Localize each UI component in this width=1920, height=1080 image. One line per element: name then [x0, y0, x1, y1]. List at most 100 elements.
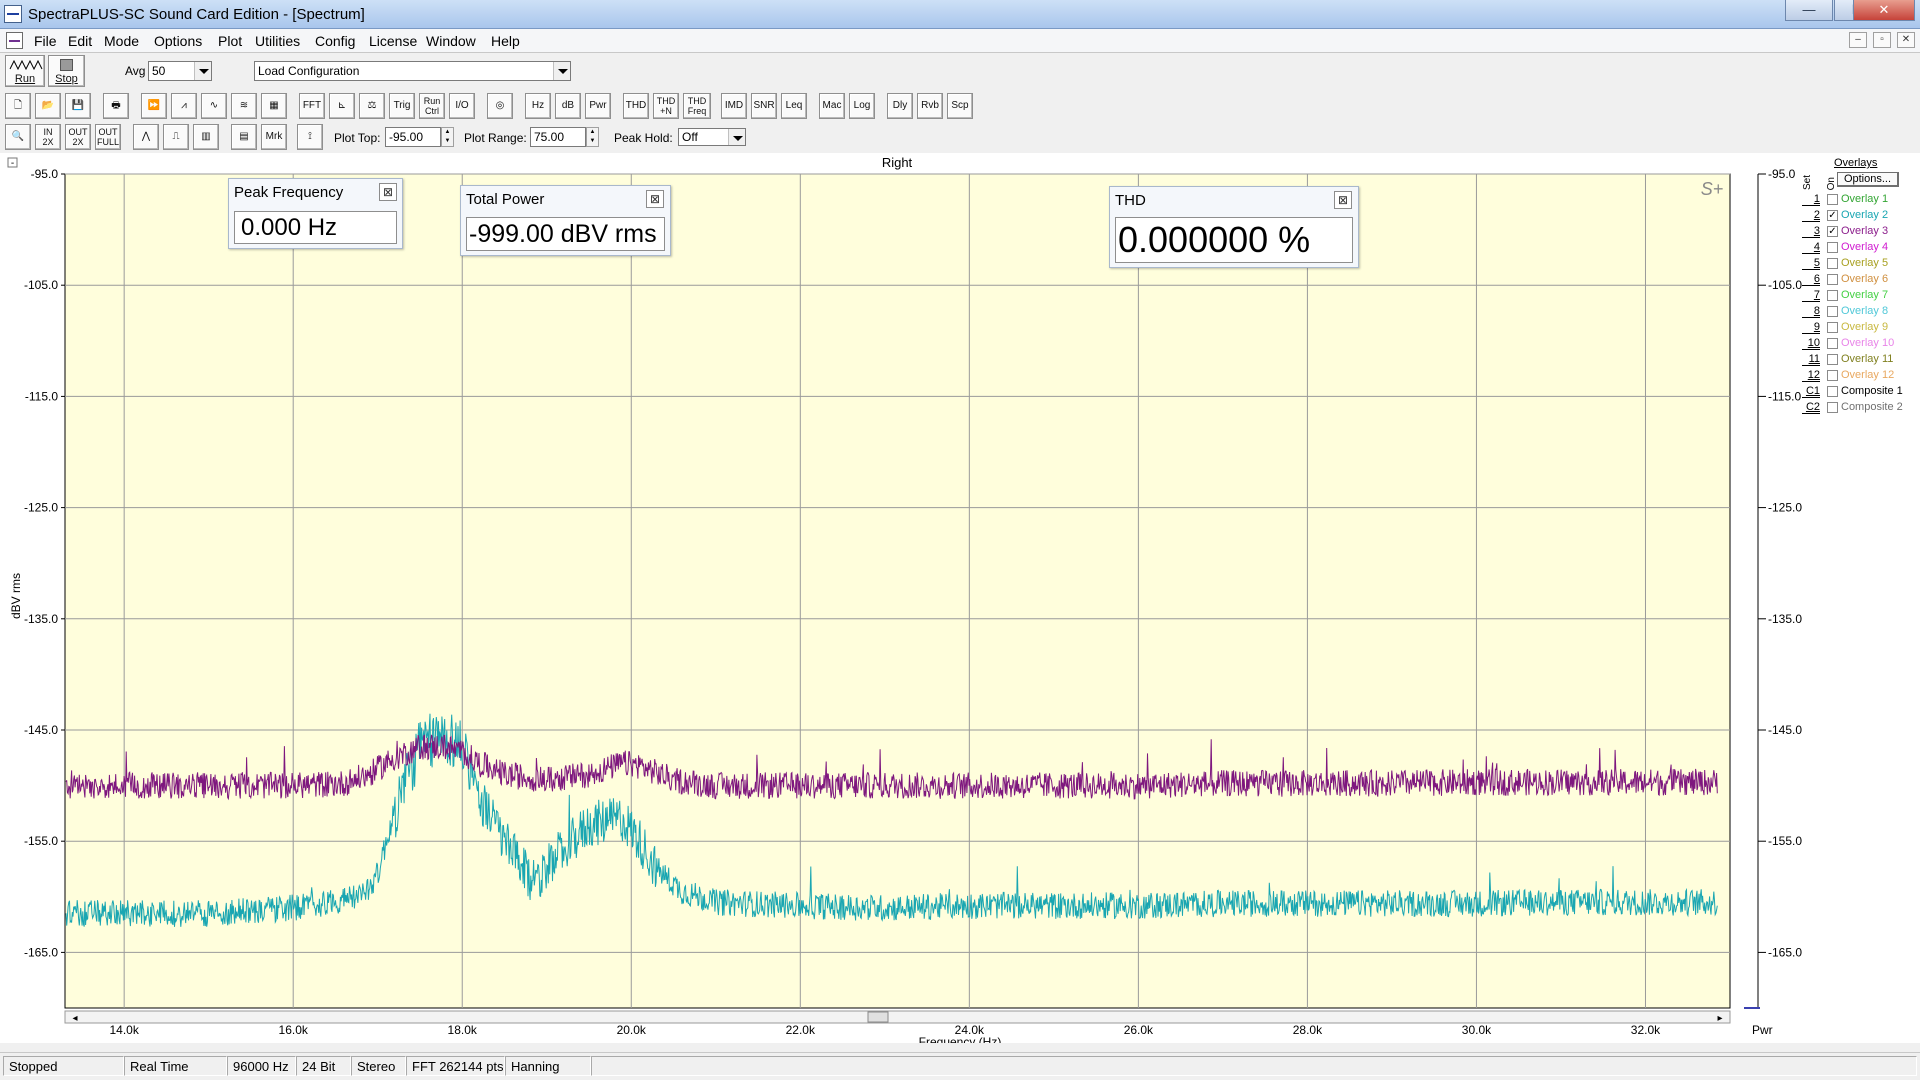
menu-config[interactable]: Config: [315, 33, 355, 49]
thd-freq-button[interactable]: THD Freq: [683, 93, 711, 119]
new-file-button[interactable]: 🗋: [5, 93, 31, 119]
overlay-checkbox[interactable]: ✓: [1827, 210, 1838, 221]
overlay-set-button[interactable]: 5: [1802, 257, 1820, 270]
macro-button[interactable]: Mac: [819, 93, 845, 119]
open-file-button[interactable]: 📂: [35, 93, 61, 119]
menu-window[interactable]: Window: [426, 33, 476, 49]
overlay-set-button[interactable]: C2: [1802, 401, 1820, 414]
overlay-set-button[interactable]: C1: [1802, 385, 1820, 398]
overlay-set-button[interactable]: 6: [1802, 273, 1820, 286]
overlay-checkbox[interactable]: [1827, 194, 1838, 205]
stop-button[interactable]: Stop: [48, 55, 85, 87]
run-button[interactable]: Run: [5, 55, 45, 87]
zoom-out-2x-button[interactable]: OUT 2X: [65, 124, 91, 150]
octave-button[interactable]: ⎍: [163, 124, 189, 150]
spectrogram-button[interactable]: ▦: [261, 93, 287, 119]
overlay-set-button[interactable]: 4: [1802, 241, 1820, 254]
zoom-in-2x-button[interactable]: IN 2X: [35, 124, 61, 150]
overlays-options-button[interactable]: Options...: [1837, 172, 1899, 187]
close-icon[interactable]: ⊠: [379, 183, 397, 201]
minimize-button[interactable]: —: [1785, 0, 1833, 21]
overlay-set-button[interactable]: 12: [1802, 369, 1820, 382]
fast-forward-button[interactable]: ⏩: [141, 93, 167, 119]
overlay-checkbox[interactable]: [1827, 242, 1838, 253]
overlay-set-button[interactable]: 9: [1802, 321, 1820, 334]
save-button[interactable]: 💾: [65, 93, 91, 119]
spinner-arrows-icon[interactable]: ▲ ▼: [586, 127, 599, 147]
avg-select[interactable]: 50: [148, 61, 212, 81]
overlay-checkbox[interactable]: ✓: [1827, 226, 1838, 237]
spectrum-mode-button[interactable]: ⩘: [171, 93, 197, 119]
reverb-button[interactable]: Rvb: [917, 93, 943, 119]
phase-button[interactable]: ≋: [231, 93, 257, 119]
peak-frequency-panel[interactable]: Peak Frequency ⊠ 0.000 Hz: [228, 178, 403, 249]
overlay-checkbox[interactable]: [1827, 386, 1838, 397]
run-control-button[interactable]: Run Ctrl: [419, 93, 445, 119]
plot-top-input[interactable]: -95.00 ▲ ▼: [385, 127, 454, 147]
imd-button[interactable]: IMD: [721, 93, 747, 119]
peak-marker-button[interactable]: ⋀: [133, 124, 159, 150]
menu-edit[interactable]: Edit: [68, 33, 92, 49]
menu-file[interactable]: File: [34, 33, 57, 49]
overlay-set-button[interactable]: 1: [1802, 193, 1820, 206]
thd-n-button[interactable]: THD +N: [653, 93, 679, 119]
db-button[interactable]: dB: [555, 93, 581, 119]
overlay-checkbox[interactable]: [1827, 290, 1838, 301]
scope-button[interactable]: Scp: [947, 93, 973, 119]
overlay-checkbox[interactable]: [1827, 370, 1838, 381]
marker-button[interactable]: Mrk: [261, 124, 287, 150]
spectrum-chart[interactable]: 14.0k 16.0k 18.0k 20.0k 22.0k 24.0k 26.0k 28.0k…: [0, 153, 1920, 1043]
leq-button[interactable]: Leq: [781, 93, 807, 119]
peak-hold-select[interactable]: Off: [678, 128, 746, 146]
overlay-set-button[interactable]: 11: [1802, 353, 1820, 366]
total-power-panel[interactable]: Total Power ⊠ -999.00 dBV rms: [460, 185, 671, 256]
trigger-button[interactable]: Trig: [389, 93, 415, 119]
overlay-checkbox[interactable]: [1827, 322, 1838, 333]
fft-button[interactable]: FFT: [299, 93, 325, 119]
signal-generator-button[interactable]: ◎: [487, 93, 513, 119]
axes-button[interactable]: ⊾: [329, 93, 355, 119]
time-series-button[interactable]: ∿: [201, 93, 227, 119]
overlay-checkbox[interactable]: [1827, 338, 1838, 349]
menu-utilities[interactable]: Utilities: [255, 33, 300, 49]
overlay-set-button[interactable]: 7: [1802, 289, 1820, 302]
menu-plot[interactable]: Plot: [218, 33, 242, 49]
thd-panel[interactable]: THD ⊠ 0.000000 %: [1109, 186, 1359, 268]
plot-range-input[interactable]: 75.00 ▲ ▼: [530, 127, 599, 147]
scale-button[interactable]: ⟟: [297, 124, 323, 150]
overlay-checkbox[interactable]: [1827, 306, 1838, 317]
thd-button[interactable]: THD: [623, 93, 649, 119]
table-button[interactable]: ▤: [231, 124, 257, 150]
hz-button[interactable]: Hz: [525, 93, 551, 119]
log-button[interactable]: Log: [849, 93, 875, 119]
overlay-set-button[interactable]: 2: [1802, 209, 1820, 222]
close-icon[interactable]: ⊠: [646, 190, 664, 208]
delay-button[interactable]: Dly: [887, 93, 913, 119]
overlay-checkbox[interactable]: [1827, 258, 1838, 269]
configuration-select[interactable]: Load Configuration: [254, 61, 571, 81]
print-button[interactable]: 🖶: [103, 93, 129, 119]
document-system-icon[interactable]: [6, 32, 23, 49]
close-icon[interactable]: ⊠: [1334, 191, 1352, 209]
menu-options[interactable]: Options: [154, 33, 202, 49]
spinner-arrows-icon[interactable]: ▲ ▼: [441, 127, 454, 147]
overlay-checkbox[interactable]: [1827, 402, 1838, 413]
overlay-checkbox[interactable]: [1827, 354, 1838, 365]
io-button[interactable]: I/O: [449, 93, 475, 119]
document-minimize-button[interactable]: –: [1849, 32, 1867, 48]
document-close-button[interactable]: ✕: [1897, 32, 1915, 48]
overlay-set-button[interactable]: 8: [1802, 305, 1820, 318]
calibration-button[interactable]: ⚖: [359, 93, 385, 119]
menu-help[interactable]: Help: [491, 33, 520, 49]
snr-button[interactable]: SNR: [751, 93, 777, 119]
document-restore-button[interactable]: ▫: [1873, 32, 1891, 48]
overlay-set-button[interactable]: 10: [1802, 337, 1820, 350]
bars-button[interactable]: ▥: [193, 124, 219, 150]
overlay-set-button[interactable]: 3: [1802, 225, 1820, 238]
overlay-checkbox[interactable]: [1827, 274, 1838, 285]
close-button[interactable]: ✕: [1853, 0, 1915, 21]
zoom-button[interactable]: 🔍: [5, 124, 31, 150]
menu-mode[interactable]: Mode: [104, 33, 139, 49]
menu-license[interactable]: License: [369, 33, 417, 49]
zoom-out-full-button[interactable]: OUT FULL: [95, 124, 121, 150]
